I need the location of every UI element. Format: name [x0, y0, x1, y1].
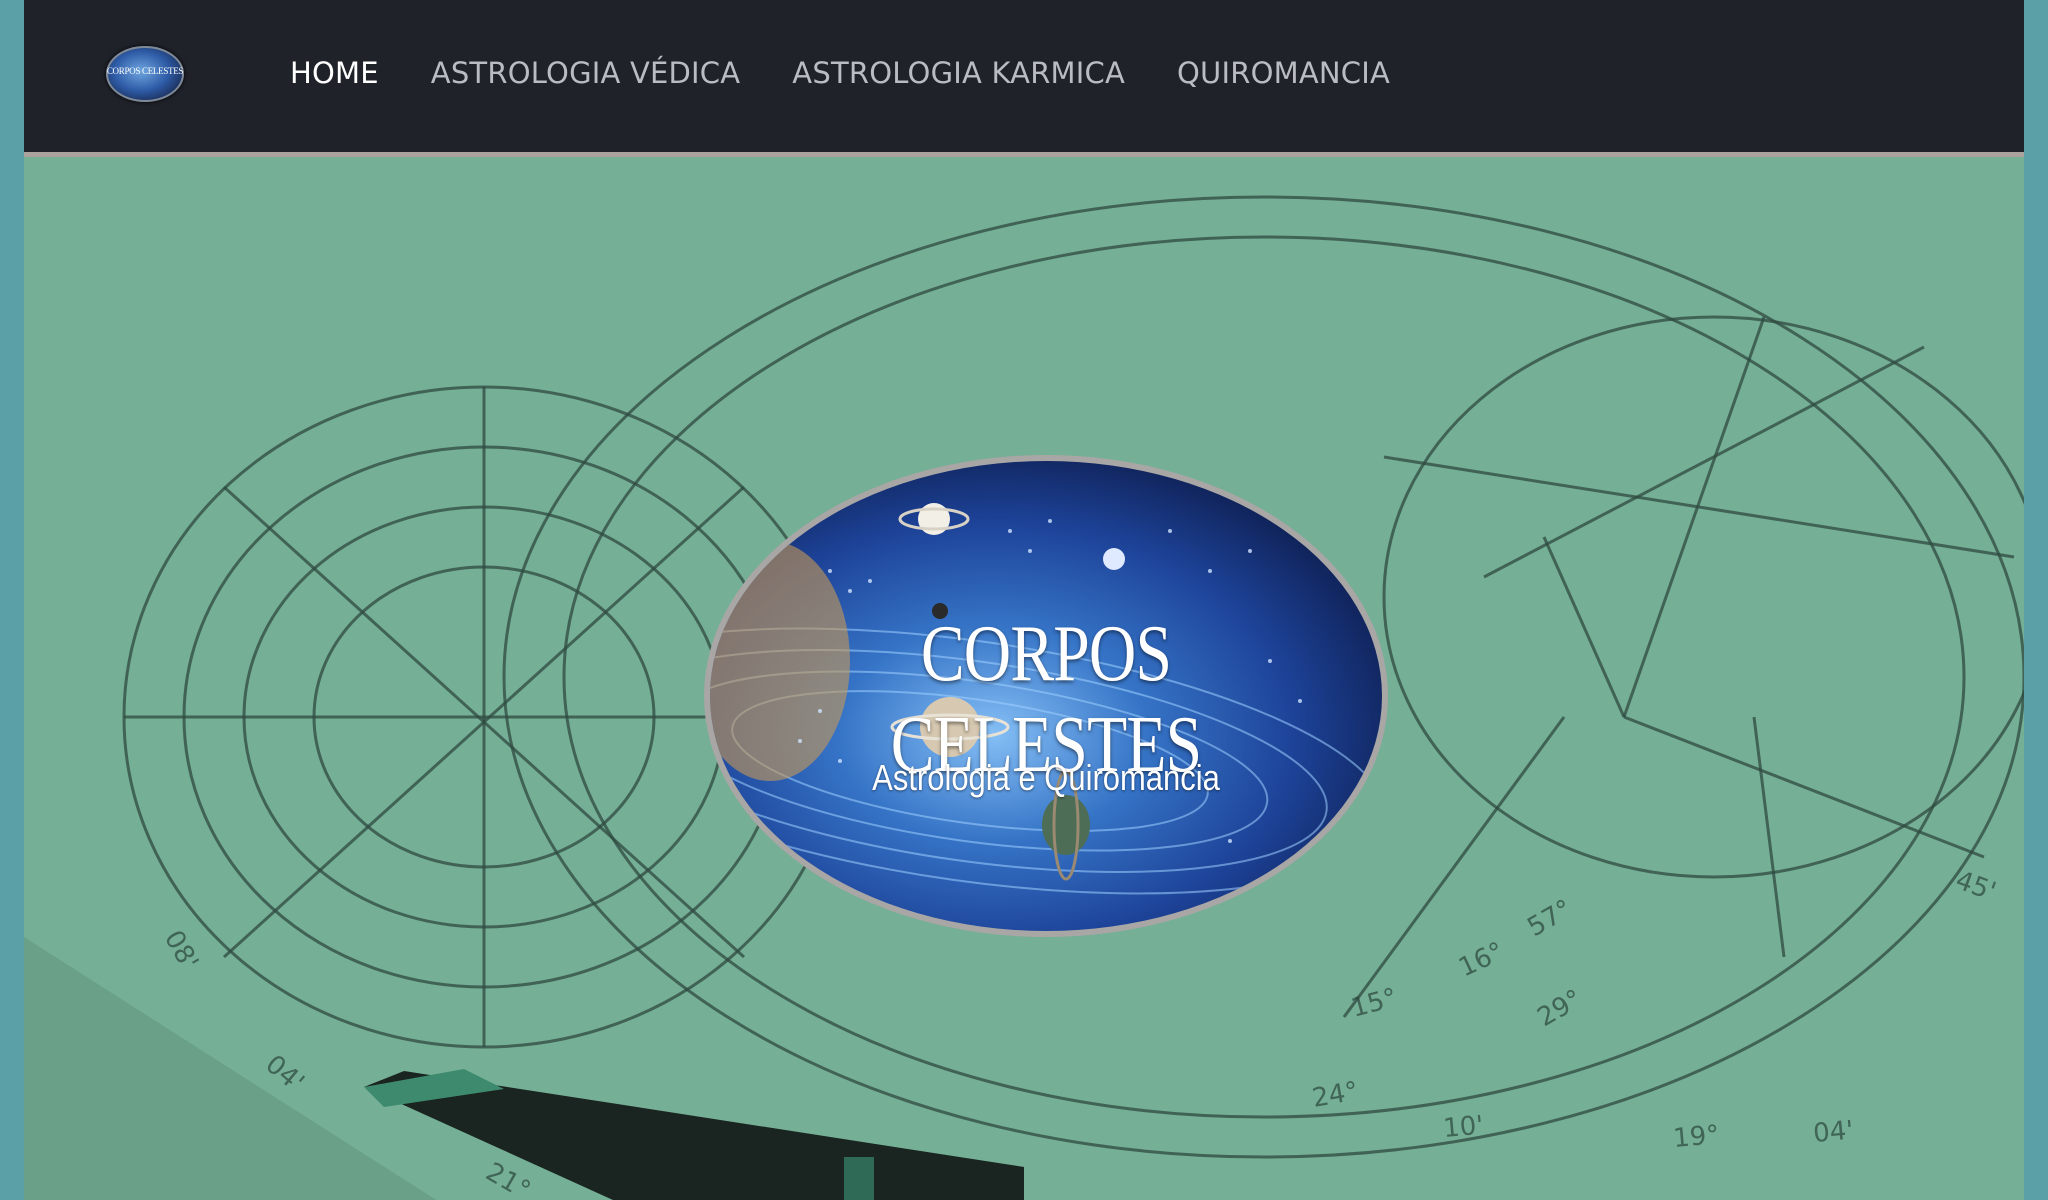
site-logo[interactable]: CORPOS CELESTES	[106, 46, 184, 102]
main-nav: HOME ASTROLOGIA VÉDICA ASTROLOGIA KARMIC…	[290, 56, 1390, 90]
page-frame: CORPOS CELESTES HOME ASTROLOGIA VÉDICA A…	[24, 0, 2024, 1200]
svg-text:04': 04'	[1812, 1116, 1855, 1149]
top-navbar: CORPOS CELESTES HOME ASTROLOGIA VÉDICA A…	[24, 0, 2024, 152]
logo-space-image: CORPOS CELESTES Astrologia e Quiromancia	[710, 461, 1382, 931]
nav-quiromancia[interactable]: QUIROMANCIA	[1177, 56, 1390, 90]
nav-home[interactable]: HOME	[290, 56, 379, 90]
hero-subtitle: Astrologia e Quiromancia	[872, 757, 1220, 798]
nav-astrologia-vedica[interactable]: ASTROLOGIA VÉDICA	[431, 56, 741, 90]
hero-banner: 15° 16° 57° 29° 24° 10' 19° 04' 45' 08' …	[24, 152, 2024, 1200]
logo-text: CORPOS CELESTES	[106, 66, 184, 76]
hero-logo-badge: CORPOS CELESTES Astrologia e Quiromancia	[704, 455, 1388, 937]
nav-astrologia-karmica[interactable]: ASTROLOGIA KARMICA	[792, 56, 1125, 90]
svg-text:10': 10'	[1442, 1111, 1485, 1144]
svg-text:19°: 19°	[1672, 1120, 1721, 1154]
